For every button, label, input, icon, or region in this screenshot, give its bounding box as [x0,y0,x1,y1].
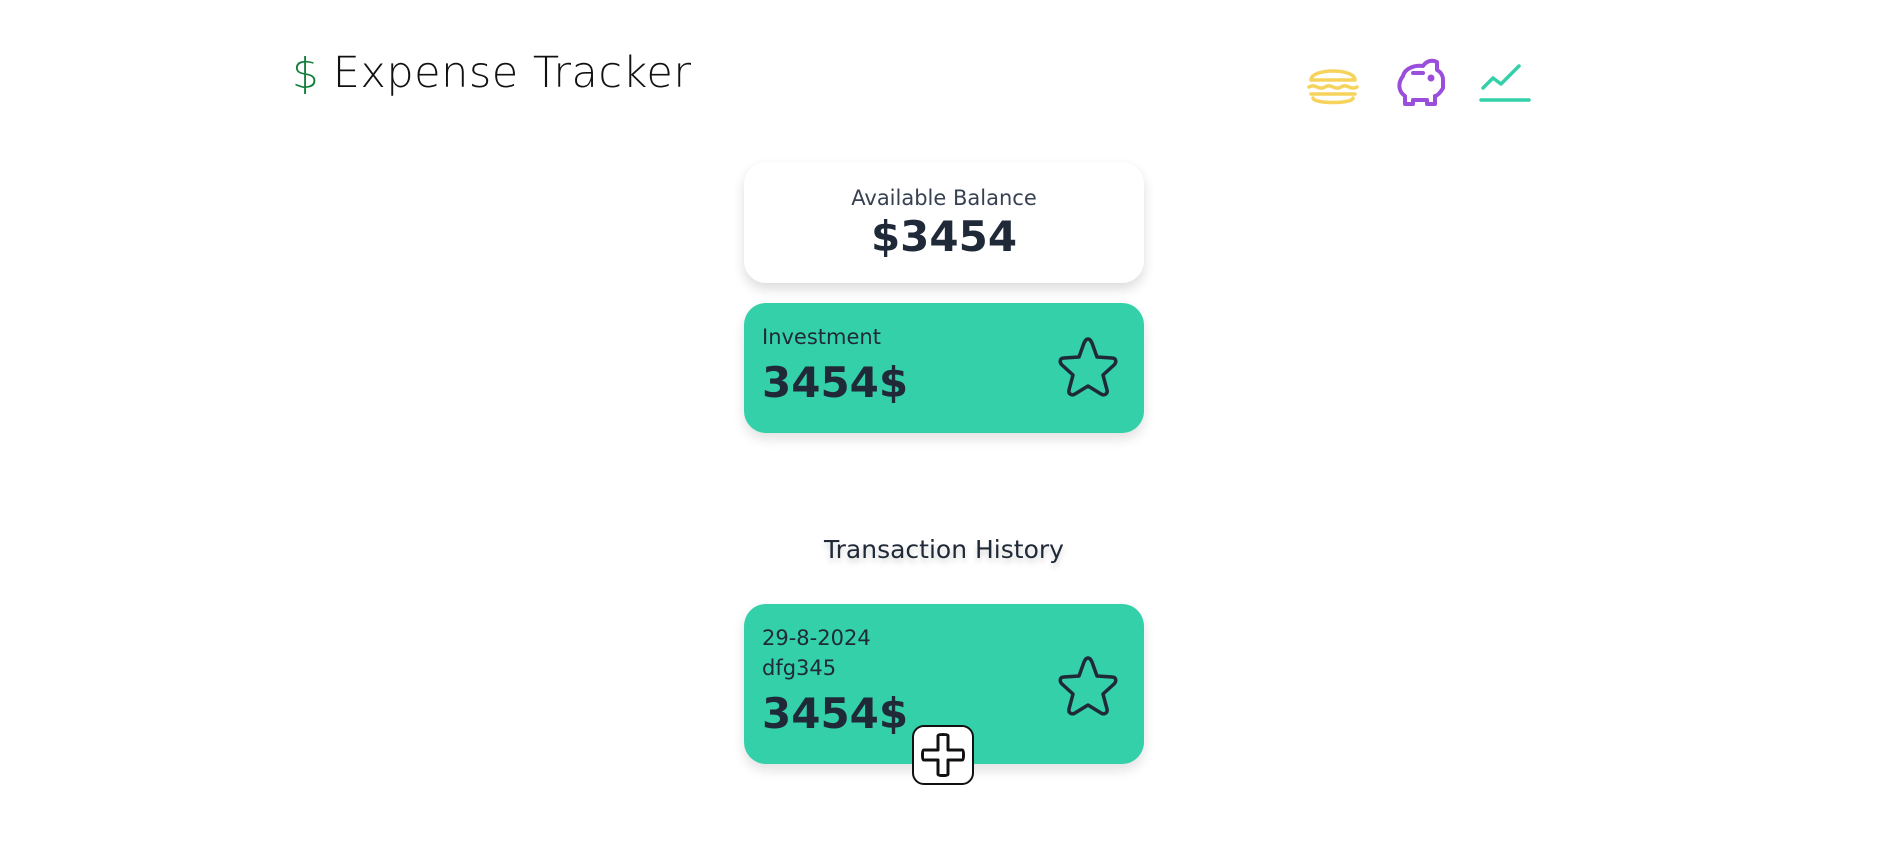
star-icon[interactable] [1050,652,1126,728]
transaction-date: 29-8-2024 [762,626,871,650]
investment-amount: 3454$ [762,358,909,407]
investment-label: Investment [762,325,881,349]
app-title: Expense Tracker [332,48,692,98]
balance-amount: $3454 [870,212,1018,261]
dollar-icon: $ [292,48,319,98]
transaction-description: dfg345 [762,656,837,680]
star-icon[interactable] [1050,333,1126,409]
investment-card[interactable]: Investment 3454$ [744,303,1144,433]
piggy-bank-icon[interactable] [1391,56,1447,112]
balance-label: Available Balance [851,186,1037,210]
transaction-history-title: Transaction History [824,535,1064,564]
transaction-amount: 3454$ [762,689,909,738]
expense-tracker-page: $ Expense Tracker Available Balance $345… [0,0,1886,862]
trend-chart-icon[interactable] [1477,56,1533,112]
plus-icon [921,733,965,777]
balance-card: Available Balance $3454 [744,162,1144,283]
add-transaction-button[interactable] [912,725,974,785]
nav-icon-bar [1305,56,1533,112]
burger-icon[interactable] [1305,56,1361,112]
app-header: $ Expense Tracker [292,52,692,95]
